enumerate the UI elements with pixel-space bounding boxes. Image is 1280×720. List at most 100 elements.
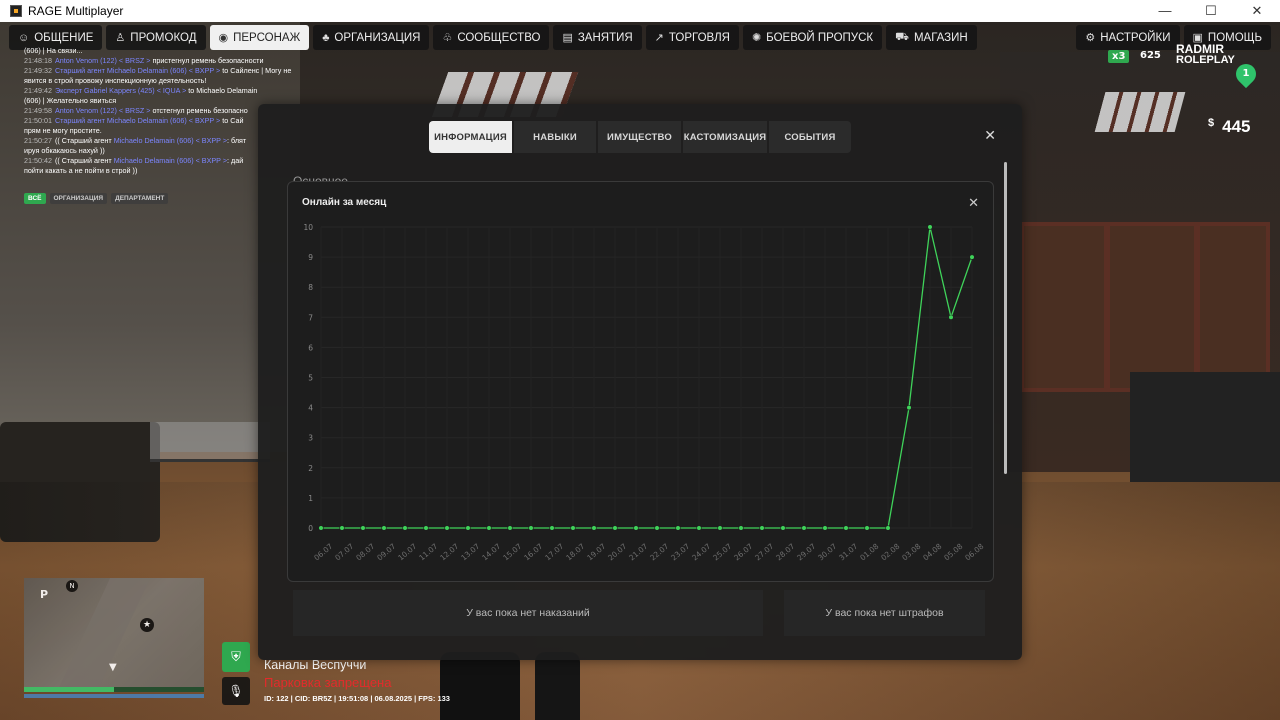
panel-scrollbar[interactable] [1004,162,1007,474]
data-point [465,525,471,531]
x-tick-label: 22.07 [648,542,670,563]
y-tick-label: 10 [303,223,313,232]
data-point [549,525,555,531]
close-window-button[interactable]: ✕ [1234,3,1280,19]
armor-bar [24,694,204,698]
tab-события[interactable]: СОБЫТИЯ [769,121,851,153]
y-tick-label: 0 [308,524,313,533]
nav-сообщество[interactable]: ♧ СООБЩЕСТВО [433,25,550,50]
online-chart: 0 1 2 3 4 5 6 7 8 9 10 06.0707.0708.0709.0710.0711.… [303,223,985,563]
x-tick-label: 04.08 [921,542,943,563]
nav-icon: ♙ [115,32,126,44]
status-line: ID: 122 | CID: BR5Z | 19:51:08 | 06.08.2… [264,694,450,703]
nav-icon: ⛟ [895,30,909,43]
data-point [906,405,912,411]
x-tick-label: 15.07 [501,542,523,563]
money-display: $445 [1208,117,1251,137]
data-point [759,525,765,531]
nav-магазин[interactable]: ⛟ МАГАЗИН [886,25,977,50]
data-point [381,525,387,531]
nav-icon: ↗ [654,32,664,44]
y-tick-label: 2 [308,464,313,473]
minimap: P N ★ ▼ [24,578,204,698]
chat-line: 21:48:18 Anton Venom (122) < BRSZ > прист… [24,56,264,65]
points-counter: 625 [1140,50,1161,61]
data-point [885,525,891,531]
y-tick-label: 8 [308,283,313,292]
maximize-button[interactable]: ☐ [1188,3,1234,19]
window-titlebar: RAGE Multiplayer — ☐ ✕ [0,0,1280,22]
nav-настройки[interactable]: ⚙ НАСТРОЙКИ [1076,25,1180,50]
data-point [969,254,975,260]
y-tick-label: 4 [308,404,313,413]
panel-close-icon[interactable]: ✕ [984,128,996,144]
chart-close-icon[interactable]: ✕ [968,196,979,211]
nav-label: ОРГАНИЗАЦИЯ [334,31,421,44]
data-point [654,525,660,531]
x-tick-label: 14.07 [480,542,502,563]
microphone-icon[interactable]: 🎙 [222,677,250,705]
data-point [801,525,807,531]
health-bar [24,687,204,692]
notification-marker-icon: 1 [1231,59,1261,89]
panel-tabs: ИНФОРМАЦИЯ НАВЫКИ ИМУЩЕСТВО КАСТОМИЗАЦИЯ СОБ… [429,121,851,153]
nav-label: НАСТРОЙКИ [1100,31,1171,44]
nav-icon: ♧ [442,32,453,44]
x-tick-label: 06.08 [963,542,985,563]
marker-count: 1 [1242,68,1250,79]
x-tick-label: 30.07 [816,542,838,563]
minimize-button[interactable]: — [1142,3,1188,19]
data-point [423,525,429,531]
nav-боевой-пропуск[interactable]: ✺ БОЕВОЙ ПРОПУСК [742,25,883,50]
data-point [360,525,366,531]
north-icon: N [66,580,78,592]
tab-навыки[interactable]: НАВЫКИ [514,121,596,153]
data-point [864,525,870,531]
x-tick-label: 25.07 [711,542,733,563]
nav-label: ПРОМОКОД [130,31,197,44]
x-tick-label: 03.08 [900,542,922,563]
nav-icon: ✺ [751,32,762,44]
tab-кастомизация[interactable]: КАСТОМИЗАЦИЯ [683,121,767,153]
nav-icon: ♣ [322,31,330,44]
y-tick-label: 9 [308,253,313,262]
data-point [780,525,786,531]
nav-label: ТОРГОВЛЯ [668,31,730,44]
x-tick-label: 21.07 [627,542,649,563]
data-point [570,525,576,531]
chat-tab[interactable]: ДЕПАРТАМЕНТ [111,193,169,204]
tab-информация[interactable]: ИНФОРМАЦИЯ [429,121,512,153]
star-marker-icon: ★ [140,618,154,632]
chat-line: явится в строй провожу инспекционную дея… [24,76,207,85]
y-tick-label: 3 [308,434,313,443]
x-tick-label: 12.07 [438,542,460,563]
parking-marker-icon: P [40,588,49,601]
x-tick-label: 26.07 [732,542,754,563]
top-navigation-right: ⚙ НАСТРОЙКИ ▣ ПОМОЩЬ [1076,25,1271,50]
tab-имущество[interactable]: ИМУЩЕСТВО [598,121,681,153]
nav-label: ОБЩЕНИЕ [34,31,94,44]
data-point [948,314,954,320]
chat-tab[interactable]: ОРГАНИЗАЦИЯ [49,193,108,204]
data-point [339,525,345,531]
y-tick-label: 5 [308,374,313,383]
money-amount: 445 [1222,117,1251,136]
data-point [507,525,513,531]
x-tick-label: 17.07 [543,542,565,563]
nav-icon: ⚙ [1085,32,1096,44]
data-point [612,525,618,531]
nav-организация[interactable]: ♣ ОРГАНИЗАЦИЯ [313,25,430,50]
nav-торговля[interactable]: ↗ ТОРГОВЛЯ [645,25,739,50]
x-tick-label: 27.07 [753,542,775,563]
x-tick-label: 24.07 [690,542,712,563]
x-tick-label: 31.07 [837,542,859,563]
nav-занятия[interactable]: ▤ ЗАНЯТИЯ [553,25,642,50]
x-tick-label: 29.07 [795,542,817,563]
data-point [696,525,702,531]
x-tick-label: 08.07 [354,542,376,563]
data-point [402,525,408,531]
x-tick-label: 28.07 [774,542,796,563]
chat-tab[interactable]: ВСЁ [24,193,46,204]
data-point [822,525,828,531]
window-title: RAGE Multiplayer [28,4,124,18]
